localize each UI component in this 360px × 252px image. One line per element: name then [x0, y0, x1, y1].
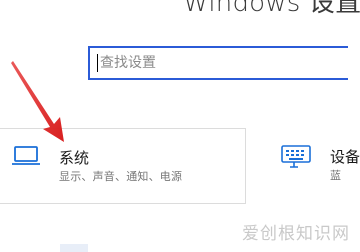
text-caret: [97, 54, 98, 72]
tile-title: 设备: [330, 148, 360, 166]
tile-title: 系统: [59, 149, 90, 167]
watermark: 爱创根知识网: [242, 224, 350, 244]
next-row-peek: [60, 244, 88, 252]
annotation-arrow: [11, 61, 64, 142]
tile-system[interactable]: 系统 显示、声音、通知、电源: [0, 128, 246, 204]
tile-description: 显示、声音、通知、电源: [59, 170, 183, 183]
laptop-icon: [11, 144, 41, 168]
tile-devices[interactable]: 设备 蓝: [268, 128, 360, 204]
search-input[interactable]: [90, 48, 348, 78]
keyboard-icon: [280, 144, 312, 170]
search-box[interactable]: [88, 46, 348, 80]
tile-description: 蓝: [330, 169, 342, 182]
page-title: Windows 设置: [183, 0, 360, 18]
